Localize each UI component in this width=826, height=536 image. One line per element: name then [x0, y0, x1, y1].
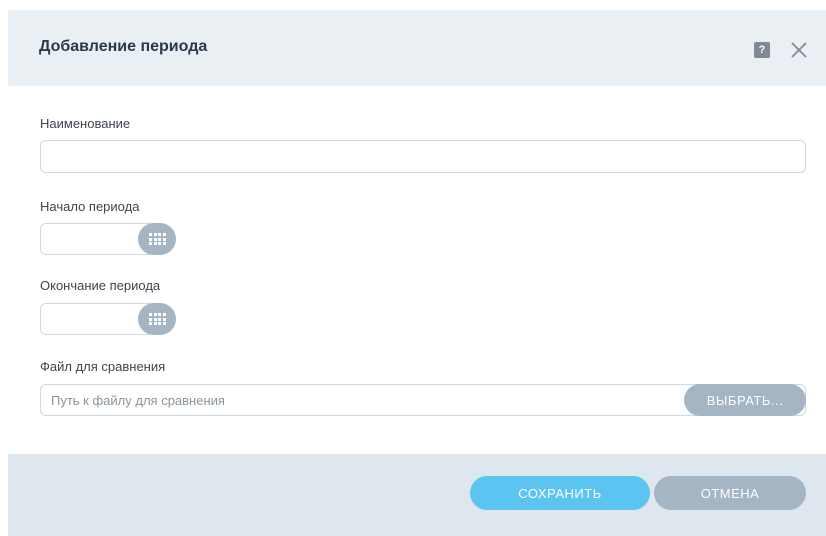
period-end-calendar-button[interactable]	[138, 303, 176, 335]
add-period-dialog: Добавление периода ? Наименование Начало…	[8, 10, 826, 536]
period-start-date-picker	[40, 223, 176, 255]
close-icon[interactable]	[788, 39, 810, 61]
dialog-footer: СОХРАНИТЬ ОТМЕНА	[8, 454, 826, 536]
save-button[interactable]: СОХРАНИТЬ	[470, 476, 650, 510]
dialog-title: Добавление периода	[39, 38, 208, 55]
choose-file-button[interactable]: ВЫБРАТЬ...	[684, 384, 806, 416]
name-field[interactable]	[40, 140, 806, 173]
period-start-input[interactable]	[40, 223, 150, 255]
help-icon[interactable]: ?	[754, 42, 770, 58]
calendar-grid-icon	[149, 313, 166, 325]
dialog-header: Добавление периода ?	[8, 10, 826, 86]
period-start-label: Начало периода	[40, 199, 140, 214]
period-end-date-picker	[40, 303, 176, 335]
page-top-strip	[0, 0, 826, 10]
cancel-button[interactable]: ОТМЕНА	[654, 476, 806, 510]
compare-file-picker: ВЫБРАТЬ...	[40, 384, 806, 416]
period-end-input[interactable]	[40, 303, 150, 335]
name-label: Наименование	[40, 116, 131, 131]
period-start-calendar-button[interactable]	[138, 223, 176, 255]
period-end-label: Окончание периода	[40, 278, 161, 293]
compare-file-label: Файл для сравнения	[40, 359, 166, 374]
calendar-grid-icon	[149, 233, 166, 245]
